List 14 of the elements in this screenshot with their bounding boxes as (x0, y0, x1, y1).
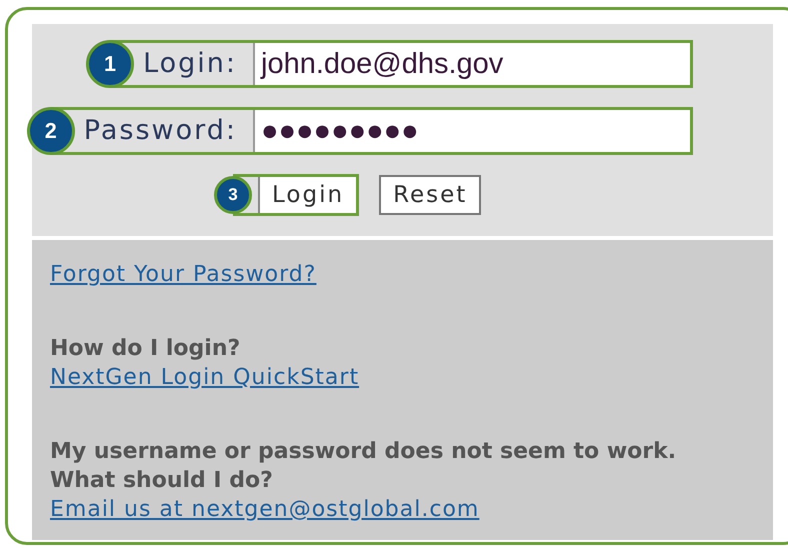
help-question: How do I login? (50, 335, 242, 363)
form-button[interactable]: Reset (379, 175, 482, 215)
step-badge: 2 (26, 107, 75, 155)
help-question: My username or password does not seem to work. What should I do? (50, 438, 678, 495)
help-link[interactable]: NextGen Login QuickStart (50, 363, 360, 392)
input-field[interactable]: john.doe@dhs.gov (253, 43, 690, 85)
forgot-password-link[interactable]: Forgot Your Password? (50, 260, 316, 289)
field-label: Password: (84, 114, 238, 148)
step-badge: 3 (214, 176, 252, 214)
input-field[interactable]: ●●●●●●●●● (253, 110, 690, 152)
step-badge: 1 (86, 40, 134, 88)
field-label: Login: (143, 46, 238, 81)
form-button[interactable]: Login (258, 177, 356, 213)
help-link[interactable]: Email us at nextgen@ostglobal.com (50, 495, 480, 524)
